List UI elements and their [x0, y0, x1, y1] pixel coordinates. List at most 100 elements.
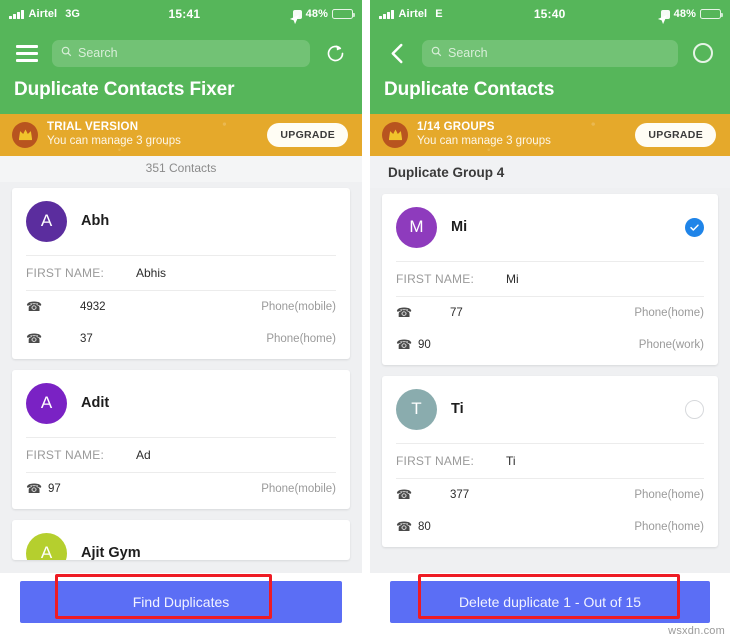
refresh-icon[interactable] — [320, 38, 350, 68]
field-label: FIRST NAME: — [26, 447, 104, 462]
phone-type: Phone(mobile) — [261, 482, 336, 495]
upgrade-button[interactable]: UPGRADE — [267, 122, 348, 147]
phone-type: Phone(home) — [634, 520, 704, 533]
app-bar-row-right: Search — [382, 34, 718, 72]
app-bar-row-left: Search — [12, 34, 350, 72]
phone-number: 77 — [450, 306, 463, 319]
phone-icon: ☎ — [396, 304, 413, 320]
upgrade-button[interactable]: UPGRADE — [635, 122, 716, 147]
delete-duplicate-button[interactable]: Delete duplicate 1 - Out of 15 — [390, 581, 710, 623]
phone-row: ☎ 90 Phone(work) — [382, 329, 718, 361]
contact-list-right[interactable]: M Mi FIRST NAME: Mi ☎ 77 Phone(home) ☎ 9… — [370, 187, 730, 639]
contact-card[interactable]: A Adit FIRST NAME: Ad ☎ 97 Phone(mobile) — [12, 369, 350, 509]
contact-field-row: FIRST NAME: Ti — [382, 444, 718, 478]
phone-number: 37 — [80, 332, 93, 345]
phone-row: ☎ 377 Phone(home) — [382, 479, 718, 511]
contact-card-header: T Ti — [382, 376, 718, 443]
phone-row: ☎ 97 Phone(mobile) — [12, 473, 350, 505]
field-label: FIRST NAME: — [396, 271, 474, 286]
battery-icon — [700, 9, 724, 19]
contact-card-header: A Adit — [12, 370, 350, 437]
back-chevron-icon[interactable] — [382, 38, 412, 68]
status-right-group: 48% — [657, 8, 724, 25]
phone-type: Phone(home) — [266, 332, 336, 345]
page-title: Duplicate Contacts Fixer — [14, 79, 235, 100]
battery-percent: 48% — [673, 8, 696, 20]
hamburger-menu-icon[interactable] — [12, 38, 42, 68]
status-left-group: Airtel 3G — [9, 8, 80, 20]
phone-type: Phone(home) — [634, 488, 704, 501]
alarm-icon — [292, 9, 302, 19]
find-duplicates-button[interactable]: Find Duplicates — [20, 581, 342, 623]
contact-card[interactable]: T Ti FIRST NAME: Ti ☎ 377 Phone(home) ☎ — [382, 375, 718, 547]
phone-row: ☎ 37 Phone(home) — [12, 323, 350, 355]
phone-icon: ☎ — [26, 480, 43, 496]
phone-icon: ☎ — [396, 486, 413, 502]
status-bar-left: Airtel 3G 15:41 48% — [0, 0, 362, 28]
phone-number: 4932 — [80, 300, 106, 313]
field-value: Ad — [136, 447, 151, 462]
network-type: E — [435, 8, 443, 20]
contact-checkbox-unchecked[interactable] — [685, 399, 704, 419]
phone-row: ☎ 80 Phone(home) — [382, 511, 718, 543]
phone-type: Phone(mobile) — [261, 300, 336, 313]
field-value: Mi — [506, 271, 519, 286]
phone-type: Phone(work) — [638, 338, 704, 351]
search-icon — [61, 44, 72, 62]
contact-card-header: M Mi — [382, 194, 718, 261]
phone-icon: ☎ — [26, 298, 43, 314]
phone-icon: ☎ — [396, 336, 413, 352]
contact-field-row: FIRST NAME: Ad — [12, 438, 350, 472]
avatar: A — [26, 532, 67, 560]
contact-card[interactable]: A Ajit Gym — [12, 519, 350, 560]
watermark: wsxdn.com — [668, 625, 725, 637]
phone-number: 97 — [48, 482, 61, 495]
field-label: FIRST NAME: — [396, 453, 474, 468]
search-input[interactable]: Search — [422, 39, 678, 67]
duplicate-group-label: Duplicate Group 4 — [370, 155, 730, 188]
crown-icon — [12, 121, 38, 148]
select-all-circle-icon[interactable] — [688, 38, 718, 68]
phone-row: ☎ 4932 Phone(mobile) — [12, 291, 350, 323]
app-bar-right: Search Duplicate Contacts — [370, 28, 730, 114]
phone-icon: ☎ — [396, 518, 413, 534]
contact-name: Adit — [81, 395, 110, 412]
banner-text-left: TRIAL VERSION You can manage 3 groups — [47, 121, 258, 149]
phone-number: 90 — [418, 338, 431, 351]
banner-subtitle: You can manage 3 groups — [417, 134, 551, 147]
contact-card-header: A Ajit Gym — [12, 520, 350, 560]
signal-bars-icon — [379, 9, 394, 19]
contact-card[interactable]: M Mi FIRST NAME: Mi ☎ 77 Phone(home) ☎ 9… — [382, 193, 718, 365]
battery-icon — [332, 9, 356, 19]
banner-subtitle: You can manage 3 groups — [47, 134, 181, 147]
status-bar-right: Airtel E 15:40 48% — [370, 0, 730, 28]
banner-title: 1/14 GROUPS — [417, 121, 495, 133]
banner-text-right: 1/14 GROUPS You can manage 3 groups — [417, 121, 626, 149]
signal-bars-icon — [9, 9, 24, 19]
field-label: FIRST NAME: — [26, 265, 104, 280]
search-input[interactable]: Search — [52, 39, 310, 67]
banner-title: TRIAL VERSION — [47, 121, 139, 133]
contacts-count-label: 351 Contacts — [0, 155, 362, 182]
page-title: Duplicate Contacts — [384, 79, 555, 100]
trial-banner-left: TRIAL VERSION You can manage 3 groups UP… — [0, 114, 362, 156]
status-clock: 15:41 — [168, 7, 201, 21]
contact-list-left[interactable]: A Abh FIRST NAME: Abhis ☎ 4932 Phone(mob… — [0, 181, 362, 639]
phone-number: 377 — [450, 488, 470, 501]
avatar: A — [26, 382, 67, 424]
search-placeholder: Search — [78, 46, 118, 60]
left-phone-screen: Airtel 3G 15:41 48% Search Duplicate Con… — [0, 0, 362, 639]
status-left-group: Airtel E — [379, 8, 443, 20]
field-value: Abhis — [136, 265, 167, 280]
panel-gap — [362, 0, 370, 639]
avatar: M — [396, 206, 437, 248]
contact-card-header: A Abh — [12, 188, 350, 255]
contact-field-row: FIRST NAME: Mi — [382, 262, 718, 296]
field-value: Ti — [506, 453, 516, 468]
phone-icon: ☎ — [26, 330, 43, 346]
contact-card[interactable]: A Abh FIRST NAME: Abhis ☎ 4932 Phone(mob… — [12, 187, 350, 359]
contact-checkbox-checked[interactable] — [685, 217, 704, 237]
contact-field-row: FIRST NAME: Abhis — [12, 256, 350, 290]
avatar: T — [396, 388, 437, 430]
crown-icon — [382, 121, 408, 148]
